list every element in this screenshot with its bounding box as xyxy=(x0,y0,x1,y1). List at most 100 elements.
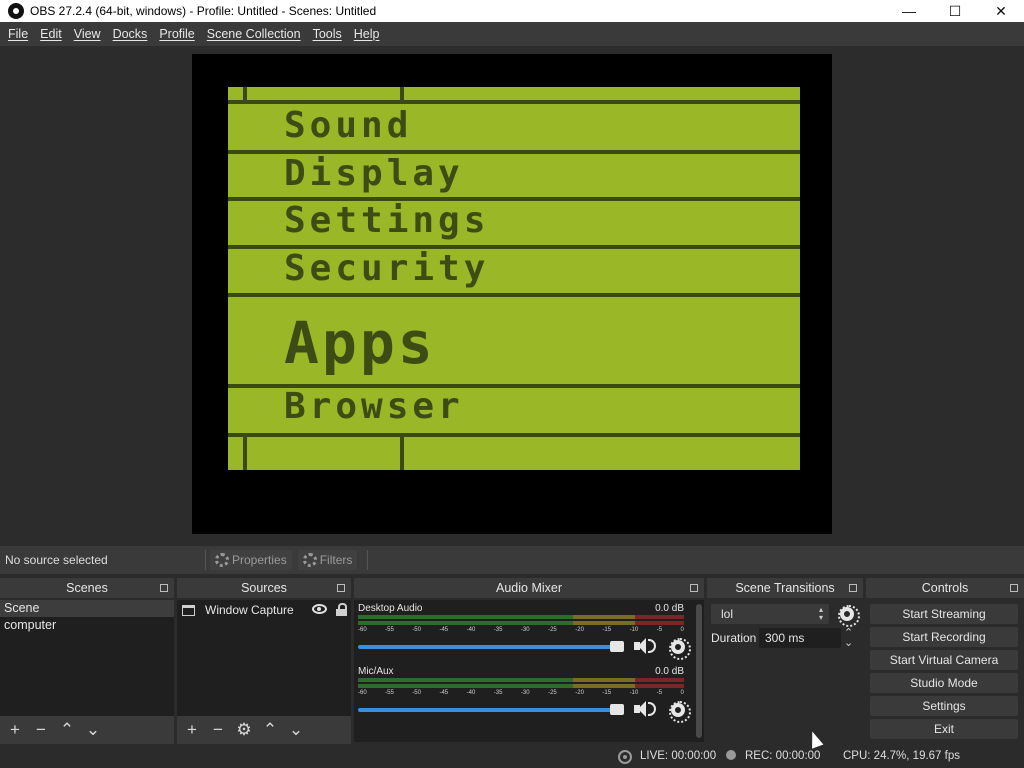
move-up-icon[interactable]: ⌃ xyxy=(259,719,281,741)
add-source-icon[interactable]: + xyxy=(181,719,203,741)
lcd-item-display: Display xyxy=(284,153,464,194)
scene-transitions-title: Scene Transitions xyxy=(735,581,835,595)
scene-transitions-header: Scene Transitions xyxy=(707,578,863,598)
menu-bar: File Edit View Docks Profile Scene Colle… xyxy=(0,22,1024,46)
duration-down-icon[interactable]: ⌄ xyxy=(844,636,853,649)
move-down-icon[interactable]: ⌄ xyxy=(285,719,307,741)
menu-docks[interactable]: Docks xyxy=(109,27,156,41)
scenes-header: Scenes xyxy=(0,578,174,598)
start-recording-button[interactable]: Start Recording xyxy=(870,627,1018,647)
no-source-label: No source selected xyxy=(5,553,108,567)
menu-help[interactable]: Help xyxy=(350,27,388,41)
source-properties-icon[interactable]: ⚙ xyxy=(233,719,255,741)
duration-spinbox[interactable]: 300 ms xyxy=(759,628,841,648)
controls-title: Controls xyxy=(921,581,969,595)
select-arrows-icon: ▴ ▾ xyxy=(818,605,823,622)
lock-icon[interactable] xyxy=(336,603,347,616)
channel-name: Mic/Aux xyxy=(358,666,394,677)
lcd-item-apps: Apps xyxy=(284,309,436,377)
filters-button[interactable]: Filters xyxy=(297,550,358,570)
maximize-button[interactable]: ☐ xyxy=(932,0,978,22)
volume-slider-handle[interactable] xyxy=(610,641,624,652)
menu-view[interactable]: View xyxy=(70,27,109,41)
cpu-status: CPU: 24.7%, 19.67 fps xyxy=(843,750,960,762)
gear-icon[interactable] xyxy=(669,638,691,660)
scenes-list: Scene computer xyxy=(0,600,174,716)
sources-header: Sources xyxy=(177,578,351,598)
volume-meter xyxy=(358,615,684,619)
live-broadcast-icon xyxy=(618,750,632,764)
properties-button[interactable]: Properties xyxy=(210,550,292,570)
menu-scene-collection[interactable]: Scene Collection xyxy=(203,27,309,41)
volume-slider[interactable] xyxy=(358,645,624,649)
menu-profile[interactable]: Profile xyxy=(155,27,202,41)
settings-button[interactable]: Settings xyxy=(870,696,1018,716)
transition-select[interactable]: lol ▴ ▾ xyxy=(711,604,829,624)
status-bar: LIVE: 00:00:00 REC: 00:00:00 CPU: 24.7%,… xyxy=(0,745,1024,768)
preview-canvas[interactable]: Sound Display Settings Security Apps Bro… xyxy=(192,54,832,534)
properties-label: Properties xyxy=(232,553,287,567)
channel-name: Desktop Audio xyxy=(358,603,423,614)
audio-mixer-dock: Audio Mixer Desktop Audio 0.0 dB -60 -55-… xyxy=(354,578,704,744)
audio-channel-desktop: Desktop Audio 0.0 dB -60 -55 -50 -45 -40 -35-… xyxy=(358,602,691,662)
undock-icon[interactable] xyxy=(337,584,345,592)
minimize-button[interactable]: — xyxy=(886,0,932,22)
undock-icon[interactable] xyxy=(160,584,168,592)
filters-icon xyxy=(302,553,317,567)
duration-label: Duration xyxy=(711,631,757,645)
gear-icon xyxy=(215,553,229,567)
scene-transitions-dock: Scene Transitions lol ▴ ▾ Duration 300 ms… xyxy=(707,578,863,744)
scenes-toolbar: + − ⌃ ⌄ xyxy=(0,716,174,744)
gear-icon[interactable] xyxy=(669,701,691,723)
toolbar-separator xyxy=(205,550,206,570)
undock-icon[interactable] xyxy=(849,584,857,592)
menu-tools[interactable]: Tools xyxy=(309,27,350,41)
volume-meter xyxy=(358,678,684,682)
volume-meter xyxy=(358,621,684,625)
scene-item[interactable]: Scene xyxy=(0,600,174,617)
visibility-eye-icon[interactable] xyxy=(312,604,327,614)
source-item[interactable]: Window Capture xyxy=(177,600,351,620)
undock-icon[interactable] xyxy=(1010,584,1018,592)
mixer-scrollbar[interactable] xyxy=(696,604,702,738)
channel-db: 0.0 dB xyxy=(655,603,684,614)
volume-slider-handle[interactable] xyxy=(610,704,624,715)
controls-dock: Controls Start Streaming Start Recording… xyxy=(866,578,1024,744)
source-name: Window Capture xyxy=(205,603,294,617)
gear-icon[interactable] xyxy=(838,605,860,627)
lcd-item-security: Security xyxy=(284,248,490,289)
controls-body: Start Streaming Start Recording Start Vi… xyxy=(866,600,1024,744)
menu-file[interactable]: File xyxy=(4,27,36,41)
meter-scale: -60 -55 -50 -45 -40 -35 -30 -25 -20 -15 -10 -5 0 xyxy=(358,690,684,696)
preview-area[interactable]: Sound Display Settings Security Apps Bro… xyxy=(0,46,1024,546)
record-icon xyxy=(726,750,736,760)
start-virtual-camera-button[interactable]: Start Virtual Camera xyxy=(870,650,1018,670)
live-status: LIVE: 00:00:00 xyxy=(640,750,717,762)
obs-logo-icon xyxy=(8,3,24,19)
channel-db: 0.0 dB xyxy=(655,666,684,677)
menu-edit[interactable]: Edit xyxy=(36,27,70,41)
move-down-icon[interactable]: ⌄ xyxy=(82,719,104,741)
exit-button[interactable]: Exit xyxy=(870,719,1018,739)
volume-meter xyxy=(358,684,684,688)
studio-mode-button[interactable]: Studio Mode xyxy=(870,673,1018,693)
window-icon xyxy=(182,604,195,616)
close-button[interactable]: ✕ xyxy=(978,0,1024,22)
toolbar-separator xyxy=(367,550,369,570)
controls-header: Controls xyxy=(866,578,1024,598)
move-up-icon[interactable]: ⌃ xyxy=(56,719,78,741)
undock-icon[interactable] xyxy=(690,584,698,592)
scene-item[interactable]: computer xyxy=(0,617,174,634)
audio-mixer-title: Audio Mixer xyxy=(496,581,562,595)
audio-channel-mic: Mic/Aux 0.0 dB -60 -55 -50 -45 -40 -35 -30 -25-… xyxy=(358,665,691,725)
remove-scene-icon[interactable]: − xyxy=(30,719,52,741)
meter-scale: -60 -55 -50 -45 -40 -35 -30 -25 -20 -15 -10 -5 0 xyxy=(358,627,684,633)
remove-source-icon[interactable]: − xyxy=(207,719,229,741)
captured-lcd-screen: Sound Display Settings Security Apps Bro… xyxy=(228,87,800,470)
scene-transitions-body: lol ▴ ▾ Duration 300 ms ⌃ ⌄ xyxy=(707,600,863,744)
volume-slider[interactable] xyxy=(358,708,624,712)
rec-status: REC: 00:00:00 xyxy=(745,750,821,762)
add-scene-icon[interactable]: + xyxy=(4,719,26,741)
source-toolbar: No source selected Properties Filters xyxy=(0,546,1024,574)
start-streaming-button[interactable]: Start Streaming xyxy=(870,604,1018,624)
